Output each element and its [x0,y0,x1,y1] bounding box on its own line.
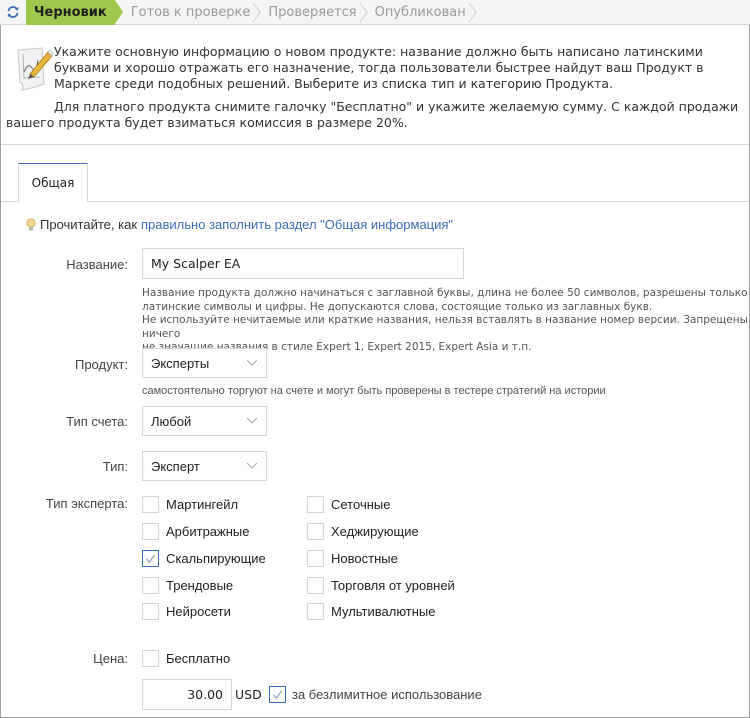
free-checkbox[interactable] [142,650,159,667]
chevron-down-icon [246,359,258,366]
expert-type-checkbox[interactable] [307,550,324,567]
expert-type-checkbox[interactable] [307,577,324,594]
step-published: Опубликован [367,0,477,25]
name-input[interactable]: My Scalper EA [142,248,464,279]
product-select[interactable]: Эксперты [142,348,267,378]
commission-text: Для платного продукта снимите галочку "Б… [6,99,739,130]
step-label: Готов к проверке [130,4,251,20]
edit-chart-icon [17,47,54,91]
name-hint-line: Название продукта должно начинаться с за… [142,287,748,299]
checkmark-icon [273,690,283,700]
step-label: Черновик [34,4,107,20]
lightbulb-icon [26,217,36,230]
price-input[interactable]: 30.00 [142,679,232,710]
chevron-down-icon [246,462,258,469]
expert-type-checkbox[interactable] [307,523,324,540]
step-label: Опубликован [374,4,466,20]
expert-type-option-label: Новостные [331,551,398,566]
unlimited-checkbox-label: за безлимитное использование [292,687,482,702]
product-hint: самостоятельно торгуют на счете и могут … [142,385,606,397]
name-hint-line: латинские символы и цифры. Не допускаютс… [142,300,653,313]
status-bar: Черновик Готов к проверке Проверяется Оп… [0,0,750,25]
name-hint: Название продукта должно начинаться с за… [142,287,750,355]
expert-type-option-label: Сеточные [331,497,391,512]
account-type-select-value: Любой [151,413,192,429]
expert-type-option-label: Скальпирующие [166,551,266,566]
expert-type-option-label: Трендовые [166,578,234,593]
product-select-value: Эксперты [151,355,210,371]
expert-type-option-label: Арбитражные [166,524,250,539]
expert-type-checkbox[interactable] [142,496,159,513]
chevron-separator-icon [468,2,477,22]
name-label: Название: [66,257,128,272]
expert-type-option-label: Нейросети [166,604,231,619]
tab-divider [1,201,749,202]
step-ready-for-review: Готов к проверке [123,0,261,25]
step-label: Проверяется [268,4,357,20]
refresh-icon[interactable] [0,0,26,25]
step-under-review: Проверяется [260,0,368,25]
chevron-down-icon [246,417,258,424]
tip: Прочитайте, как правильно заполнить разд… [26,217,453,232]
expert-type-checkbox[interactable] [307,603,324,620]
expert-type-checkbox[interactable] [142,523,159,540]
tip-link[interactable]: правильно заполнить раздел "Общая информ… [141,217,453,232]
expert-type-checkbox[interactable] [307,496,324,513]
price-label: Цена: [93,651,128,666]
expert-type-checkbox[interactable] [142,550,159,567]
step-draft: Черновик [26,0,123,25]
expert-type-checkbox[interactable] [142,603,159,620]
tip-text: Прочитайте, как [40,217,138,232]
expert-type-checkbox[interactable] [142,577,159,594]
expert-type-option-label: Торговля от уровней [331,578,455,593]
account-type-label: Тип счета: [66,414,128,429]
type-select-value: Эксперт [151,458,200,474]
currency-label: USD [235,687,262,702]
name-input-value: My Scalper EA [151,256,241,271]
type-select[interactable]: Эксперт [142,451,267,481]
expert-type-option-label: Мультивалютные [331,604,436,619]
unlimited-checkbox[interactable] [269,686,286,703]
type-label: Тип: [102,459,128,474]
expert-type-label: Тип эксперта: [45,496,128,511]
name-hint-line: Не используйте нечитаемые или краткие на… [142,314,748,340]
divider [1,144,749,145]
expert-type-option-label: Мартингейл [166,497,239,512]
account-type-select[interactable]: Любой [142,406,267,436]
expert-type-option-label: Хеджирующие [331,524,419,539]
price-input-value: 30.00 [187,687,223,702]
tab-general[interactable]: Общая [18,163,88,202]
product-label: Продукт: [74,357,128,372]
tab-label: Общая [31,176,75,190]
checkmark-icon [146,554,156,564]
intro-text: Укажите основную информацию о новом прод… [54,44,704,91]
free-checkbox-label: Бесплатно [166,651,231,666]
